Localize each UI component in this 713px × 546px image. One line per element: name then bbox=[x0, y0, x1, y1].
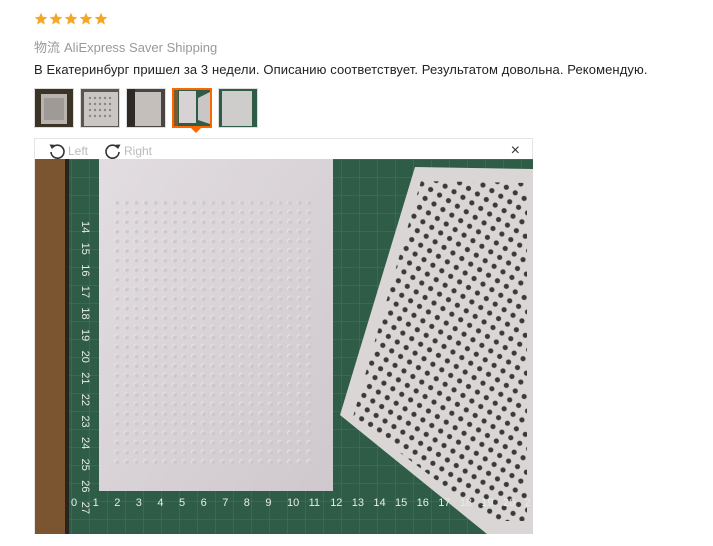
ruler-number: 6 bbox=[201, 497, 207, 509]
shipping-value: AliExpress Saver Shipping bbox=[64, 40, 218, 55]
ruler-side-number: 19 bbox=[79, 329, 91, 341]
ruler-number: 2 bbox=[525, 497, 531, 509]
ruler-number: 18 bbox=[460, 497, 472, 509]
ruler-side-number: 25 bbox=[79, 459, 91, 471]
ruler-number: 5 bbox=[179, 497, 185, 509]
close-icon[interactable]: × bbox=[511, 142, 520, 160]
ruler-number: 4 bbox=[157, 497, 163, 509]
ruler-number: 8 bbox=[244, 497, 250, 509]
star-icon bbox=[49, 12, 63, 25]
shipping-label: 物流 bbox=[34, 40, 61, 55]
thumbnail-4[interactable] bbox=[172, 88, 212, 128]
ruler-side-number: 26 bbox=[79, 480, 91, 492]
ruler-number: 11 bbox=[309, 497, 320, 509]
ruler-side-number: 15 bbox=[79, 243, 91, 255]
ruler-number: 0 bbox=[71, 497, 77, 509]
image-viewer: Left Right × 0 1 2 3 4 5 6 7 8 9 10 11 1… bbox=[34, 138, 533, 534]
ruler-side-number: 23 bbox=[79, 415, 91, 427]
thumbnail-1[interactable] bbox=[34, 88, 74, 128]
ruler-number: 13 bbox=[352, 497, 364, 509]
ruler-number: 10 bbox=[287, 497, 299, 509]
rotate-right-icon bbox=[105, 144, 121, 159]
review-item: 物流 AliExpress Saver Shipping В Екатеринбу… bbox=[0, 0, 713, 546]
ruler-number: 12 bbox=[330, 497, 342, 509]
ruler-number: 3 bbox=[136, 497, 142, 509]
rotate-right-button[interactable]: Right bbox=[103, 141, 152, 161]
rotate-right-label: Right bbox=[124, 144, 153, 158]
active-thumbnail-caret bbox=[190, 127, 202, 133]
thumbnail-2[interactable] bbox=[80, 88, 120, 128]
star-icon bbox=[79, 12, 93, 25]
rotate-left-button[interactable]: Left bbox=[47, 141, 88, 161]
ruler-side-number: 22 bbox=[79, 394, 91, 406]
ruler-number: 7 bbox=[222, 497, 228, 509]
review-text: В Екатеринбург пришел за 3 недели. Описа… bbox=[34, 62, 648, 77]
review-photo: 0 1 2 3 4 5 6 7 8 9 10 11 12 13 14 15 16 17 18 19 20 2 141516… bbox=[35, 159, 533, 534]
ruler-side-number: 20 bbox=[79, 351, 91, 363]
ruler-number: 1 bbox=[93, 497, 99, 509]
ruler-side-number: 27 bbox=[79, 502, 91, 514]
thumbnail-5[interactable] bbox=[218, 88, 258, 128]
ruler-number: 19 bbox=[481, 497, 493, 509]
ruler-side-number: 18 bbox=[79, 307, 91, 319]
ruler-number: 9 bbox=[265, 497, 271, 509]
rating-stars bbox=[34, 12, 108, 26]
ruler-side-number: 24 bbox=[79, 437, 91, 449]
thumbnail-strip bbox=[34, 88, 258, 128]
ruler-side-number: 17 bbox=[79, 286, 91, 298]
ruler-number: 2 bbox=[114, 497, 120, 509]
star-icon bbox=[64, 12, 78, 25]
star-icon bbox=[94, 12, 108, 25]
ruler-number: 17 bbox=[438, 497, 450, 509]
rotate-left-label: Left bbox=[68, 144, 89, 158]
thumbnail-3[interactable] bbox=[126, 88, 166, 128]
ruler-side-number: 16 bbox=[79, 264, 91, 276]
ruler-number: 14 bbox=[373, 497, 385, 509]
ruler-side-number: 14 bbox=[79, 221, 91, 233]
viewer-toolbar: Left Right × bbox=[35, 139, 532, 161]
ruler-number: 15 bbox=[395, 497, 407, 509]
star-icon bbox=[34, 12, 48, 25]
shipping-info: 物流 AliExpress Saver Shipping bbox=[34, 37, 217, 56]
rotate-left-icon bbox=[49, 144, 65, 159]
ruler-number: 16 bbox=[417, 497, 429, 509]
ruler-side-number: 21 bbox=[79, 372, 91, 384]
ruler-number: 20 bbox=[503, 497, 515, 509]
